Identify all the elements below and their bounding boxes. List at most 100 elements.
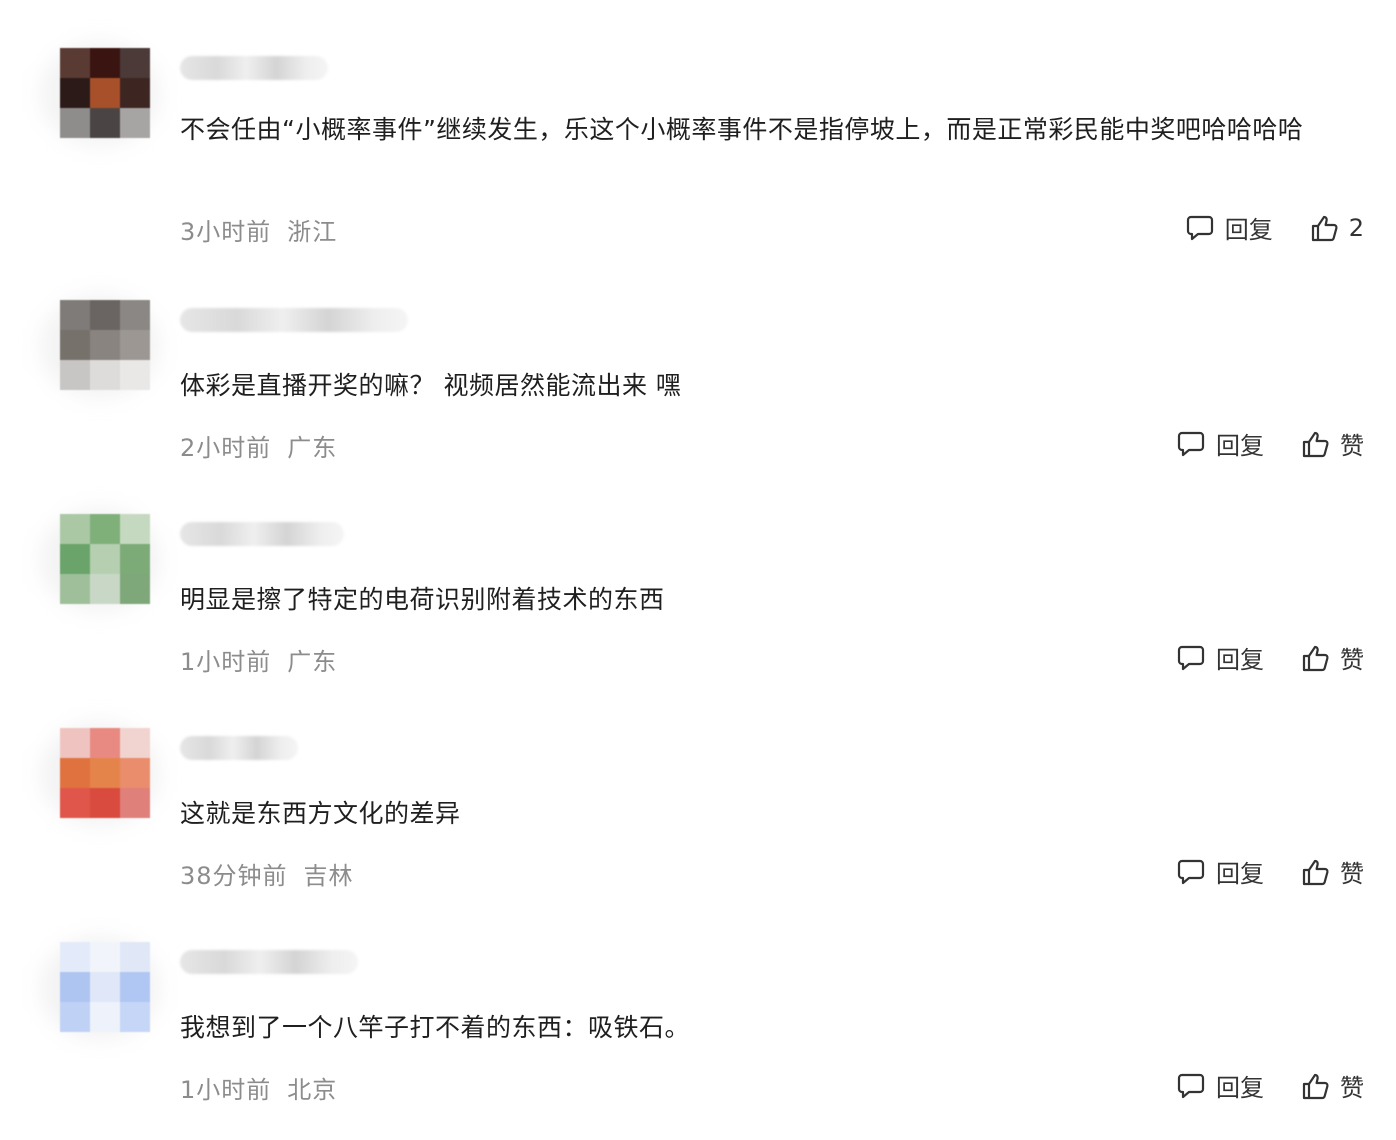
like-label: 赞 <box>1340 1074 1364 1102</box>
avatar-mosaic-cell <box>120 758 150 788</box>
like-button[interactable]: 赞 <box>1300 640 1364 675</box>
username-blurred[interactable] <box>180 950 358 974</box>
avatar-mosaic-cell <box>90 972 120 1002</box>
avatar-mosaic-cell <box>60 1002 90 1032</box>
like-label: 赞 <box>1340 860 1364 888</box>
like-button[interactable]: 赞 <box>1300 854 1364 889</box>
avatar-mosaic-cell <box>60 758 90 788</box>
avatar-mosaic-cell <box>60 574 90 604</box>
comment-actions: 回复 赞 <box>1140 640 1364 675</box>
comment-location: 浙江 <box>287 218 338 246</box>
reply-button[interactable]: 回复 <box>1176 640 1264 675</box>
comment-location: 吉林 <box>303 862 354 890</box>
like-button[interactable]: 赞 <box>1300 426 1364 461</box>
avatar-mosaic-cell <box>90 360 120 390</box>
like-button[interactable]: 2 <box>1309 213 1364 243</box>
avatar-mosaic-cell <box>120 1002 150 1032</box>
avatar-mosaic-cell <box>90 300 120 330</box>
avatar-mosaic-cell <box>90 108 120 138</box>
avatar-mosaic-cell <box>60 48 90 78</box>
like-label: 赞 <box>1340 432 1364 460</box>
thumbs-up-icon <box>1302 431 1329 457</box>
like-button[interactable]: 赞 <box>1300 1068 1364 1103</box>
like-label: 赞 <box>1340 646 1364 674</box>
username-blurred[interactable] <box>180 522 344 546</box>
comment-time: 1小时前 <box>180 648 272 676</box>
comment-item: 这就是东西方文化的差异 38分钟前 吉林 回复 赞 <box>0 722 1396 908</box>
comment-text: 不会任由“小概率事件”继续发生，乐这个小概率事件不是指停坡上，而是正常彩民能中奖… <box>180 115 1304 144</box>
avatar[interactable] <box>60 300 150 390</box>
comment-bubble-icon <box>1177 859 1205 884</box>
avatar[interactable] <box>60 942 150 1032</box>
comment-actions: 回复 2 <box>1149 210 1364 245</box>
avatar-mosaic-cell <box>120 728 150 758</box>
avatar-mosaic-cell <box>60 108 90 138</box>
avatar-mosaic-cell <box>120 514 150 544</box>
avatar-mosaic-cell <box>90 1002 120 1032</box>
comment-meta: 38分钟前 吉林 <box>180 856 354 891</box>
avatar-mosaic-cell <box>120 972 150 1002</box>
comment-time: 3小时前 <box>180 218 272 246</box>
thumbs-up-icon <box>1302 645 1329 671</box>
comment-bubble-icon <box>1177 1073 1205 1098</box>
comment-actions: 回复 赞 <box>1140 426 1364 461</box>
avatar-mosaic-cell <box>120 574 150 604</box>
reply-button[interactable]: 回复 <box>1185 210 1273 245</box>
comment-meta: 1小时前 广东 <box>180 642 337 677</box>
avatar-mosaic-cell <box>120 788 150 818</box>
comment-location: 广东 <box>287 648 338 676</box>
avatar-mosaic-cell <box>60 330 90 360</box>
comment-text: 明显是擦了特定的电荷识别附着技术的东西 <box>180 585 665 614</box>
avatar[interactable] <box>60 514 150 604</box>
thumbs-up-icon <box>1311 215 1338 241</box>
avatar-mosaic-cell <box>120 942 150 972</box>
comment-bubble-icon <box>1186 215 1213 240</box>
comment-text: 体彩是直播开奖的嘛？ 视频居然能流出来 嘿 <box>180 371 682 400</box>
avatar-mosaic-cell <box>90 544 120 574</box>
avatar-mosaic-cell <box>60 728 90 758</box>
comment-item: 我想到了一个八竿子打不着的东西：吸铁石。 1小时前 北京 回复 赞 <box>0 936 1396 1122</box>
avatar-mosaic-cell <box>90 78 120 108</box>
comment-meta: 2小时前 广东 <box>180 428 337 463</box>
avatar-mosaic-cell <box>90 758 120 788</box>
comment-location: 广东 <box>287 434 338 462</box>
comment-text: 我想到了一个八竿子打不着的东西：吸铁石。 <box>180 1013 691 1042</box>
avatar-mosaic-cell <box>120 78 150 108</box>
avatar-mosaic-cell <box>60 972 90 1002</box>
avatar-mosaic-cell <box>90 574 120 604</box>
avatar[interactable] <box>60 48 150 138</box>
reply-button[interactable]: 回复 <box>1176 426 1264 461</box>
comment-actions: 回复 赞 <box>1140 854 1364 889</box>
thumbs-up-icon <box>1302 859 1329 885</box>
comment-meta: 1小时前 北京 <box>180 1070 337 1105</box>
comment-bubble-icon <box>1177 431 1205 456</box>
avatar-mosaic-cell <box>90 942 120 972</box>
username-blurred[interactable] <box>180 308 408 332</box>
comment-actions: 回复 赞 <box>1140 1068 1364 1103</box>
reply-button[interactable]: 回复 <box>1176 1068 1264 1103</box>
reply-label: 回复 <box>1216 646 1264 674</box>
comment-text: 这就是东西方文化的差异 <box>180 799 461 828</box>
avatar-mosaic-cell <box>90 330 120 360</box>
avatar-mosaic-cell <box>120 360 150 390</box>
comment-time: 2小时前 <box>180 434 272 462</box>
comment-item: 体彩是直播开奖的嘛？ 视频居然能流出来 嘿 2小时前 广东 回复 赞 <box>0 294 1396 480</box>
avatar-mosaic-cell <box>60 300 90 330</box>
reply-label: 回复 <box>1216 860 1264 888</box>
comment-item: 明显是擦了特定的电荷识别附着技术的东西 1小时前 广东 回复 赞 <box>0 508 1396 694</box>
comment-time: 1小时前 <box>180 1076 272 1104</box>
like-count: 2 <box>1348 213 1364 242</box>
username-blurred[interactable] <box>180 736 298 760</box>
avatar-mosaic-cell <box>90 514 120 544</box>
avatar-mosaic-cell <box>120 48 150 78</box>
username-blurred[interactable] <box>180 56 328 80</box>
avatar-mosaic-cell <box>60 544 90 574</box>
avatar-mosaic-cell <box>60 942 90 972</box>
comment-location: 北京 <box>287 1076 338 1104</box>
comment-meta: 3小时前 浙江 <box>180 212 337 247</box>
comment-item: 不会任由“小概率事件”继续发生，乐这个小概率事件不是指停坡上，而是正常彩民能中奖… <box>0 42 1396 268</box>
avatar-mosaic-cell <box>120 300 150 330</box>
avatar[interactable] <box>60 728 150 818</box>
reply-button[interactable]: 回复 <box>1176 854 1264 889</box>
thumbs-up-icon <box>1302 1073 1329 1099</box>
